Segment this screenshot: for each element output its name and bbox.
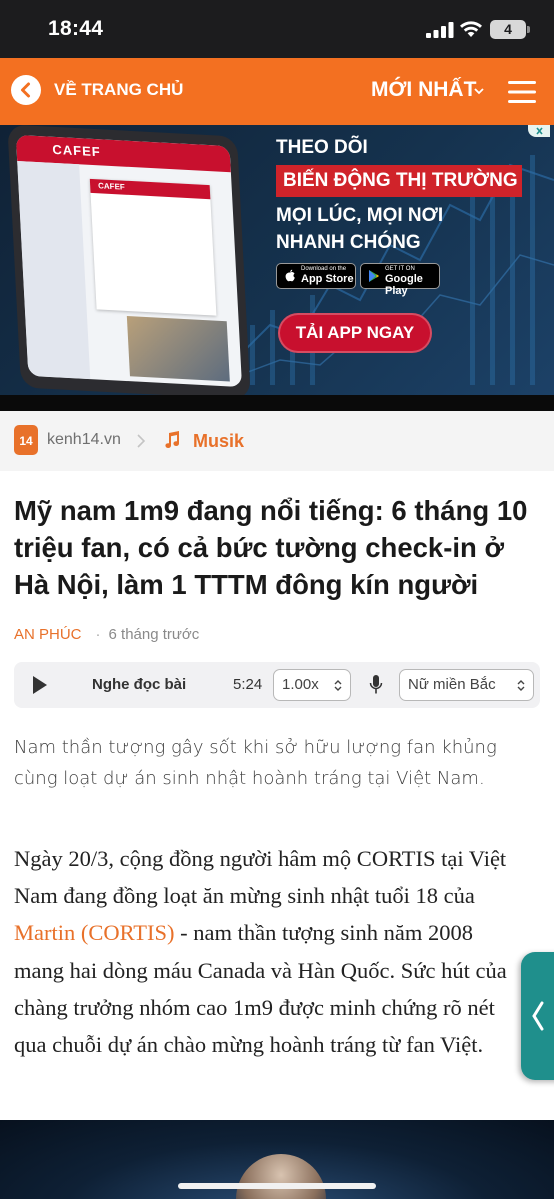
ad-close-button[interactable] xyxy=(528,125,550,137)
playback-speed-value: 1.00x xyxy=(282,676,319,693)
google-play-button[interactable]: GET IT ON Google Play xyxy=(360,263,440,297)
latest-menu-button[interactable]: MỚI NHẤT xyxy=(371,78,476,102)
ad-bottom-divider xyxy=(0,395,554,411)
listen-label: Nghe đọc bài xyxy=(92,676,187,693)
apple-icon xyxy=(285,269,295,282)
app-store-small-text: Download on the xyxy=(301,266,347,272)
audio-duration: 5:24 xyxy=(233,676,263,693)
kenh14-logo[interactable]: 14 xyxy=(14,425,38,455)
phone-mockup: CAFEF CAFEF xyxy=(7,125,251,395)
chevron-left-icon xyxy=(21,82,30,98)
ad-headline-1: THEO DÕI xyxy=(276,137,368,158)
phone-app-card: CAFEF xyxy=(89,178,217,316)
voice-select[interactable]: Nữ miền Bắc xyxy=(399,669,534,701)
google-play-small-text: GET IT ON xyxy=(385,266,415,272)
wifi-icon xyxy=(460,21,482,37)
category-link[interactable]: Musik xyxy=(193,431,244,452)
back-to-home-link[interactable]: VỀ TRANG CHỦ xyxy=(54,80,183,100)
meta-separator: · xyxy=(95,626,101,643)
top-nav-bar: VỀ TRANG CHỦ MỚI NHẤT xyxy=(0,58,554,125)
voice-value: Nữ miền Bắc xyxy=(408,676,496,693)
phone-screen: CAFEF CAFEF xyxy=(15,134,243,388)
article-image-subject xyxy=(236,1154,326,1199)
microphone-icon xyxy=(369,675,383,694)
ad-banner[interactable]: CAFEF CAFEF THEO DÕI BIẾN ĐỘNG THỊ TRƯỜN… xyxy=(0,125,554,395)
audio-player: Nghe đọc bài 5:24 1.00x Nữ miền Bắc xyxy=(14,662,540,708)
article-title: Mỹ nam 1m9 đang nổi tiếng: 6 tháng 10 tr… xyxy=(14,495,528,600)
download-app-button[interactable]: TẢI APP NGAY xyxy=(278,313,432,353)
status-time: 18:44 xyxy=(48,17,104,40)
source-breadcrumb: 14 kenh14.vn Musik xyxy=(0,411,554,471)
body-text-before-link: Ngày 20/3, cộng đồng người hâm mộ CORTIS… xyxy=(14,846,507,909)
side-panel-tab[interactable] xyxy=(521,952,554,1080)
back-button[interactable] xyxy=(11,75,41,105)
ad-headline-4: NHANH CHÓNG xyxy=(276,232,421,253)
app-store-label: App Store xyxy=(301,273,354,285)
author-link[interactable]: AN PHÚC xyxy=(14,626,82,643)
ad-headline-3: MỌI LÚC, MỌI NƠI xyxy=(276,205,444,226)
martin-cortis-link[interactable]: Martin (CORTIS) xyxy=(14,920,175,945)
play-icon[interactable] xyxy=(32,675,48,695)
source-domain[interactable]: kenh14.vn xyxy=(47,431,121,449)
phone-card-brand: CAFEF xyxy=(89,178,211,200)
cellular-signal-icon xyxy=(426,22,454,38)
article-summary: Nam thần tượng gây sốt khi sở hữu lượng … xyxy=(14,737,497,789)
google-play-label: Google Play xyxy=(385,273,423,297)
chevron-down-icon[interactable] xyxy=(474,88,484,95)
select-arrows-icon xyxy=(517,680,525,691)
article-meta: AN PHÚC · 6 tháng trước xyxy=(14,626,540,648)
phone-sidebar xyxy=(17,160,91,380)
publish-time: 6 tháng trước xyxy=(108,626,200,643)
google-play-icon xyxy=(369,270,379,282)
status-bar: 18:44 4 xyxy=(0,0,554,58)
ad-headline-2: BIẾN ĐỘNG THỊ TRƯỜNG xyxy=(283,170,518,191)
select-arrows-icon xyxy=(334,680,342,691)
battery-icon: 4 xyxy=(490,20,530,39)
app-store-button[interactable]: Download on the App Store xyxy=(276,263,356,289)
home-indicator xyxy=(178,1183,376,1189)
close-icon xyxy=(536,127,543,135)
playback-speed-select[interactable]: 1.00x xyxy=(273,669,351,701)
phone-news-photo xyxy=(126,315,230,382)
music-note-icon xyxy=(165,431,180,449)
chevron-left-icon xyxy=(532,1001,544,1031)
article-body-paragraph: Ngày 20/3, cộng đồng người hâm mộ CORTIS… xyxy=(14,840,526,1063)
chevron-right-icon xyxy=(137,434,146,448)
hamburger-menu-icon[interactable] xyxy=(508,80,536,104)
